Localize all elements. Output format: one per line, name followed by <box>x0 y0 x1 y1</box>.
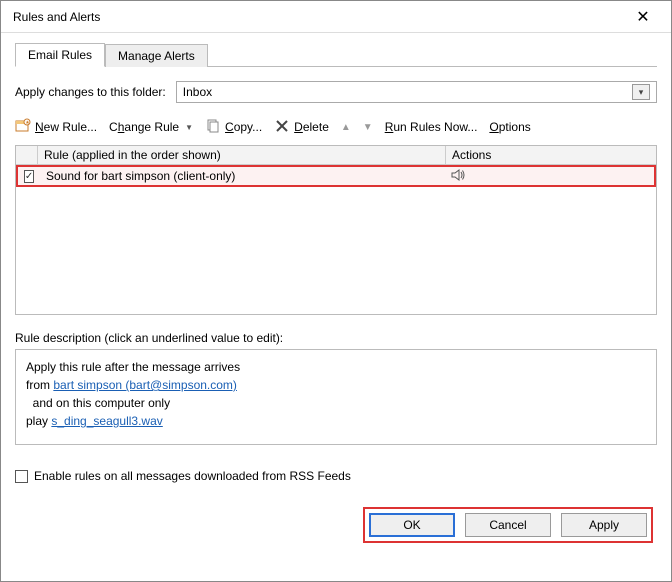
desc-line-2: from bart simpson (bart@simpson.com) <box>26 376 646 394</box>
rules-list-header: Rule (applied in the order shown) Action… <box>16 146 656 165</box>
rss-label: Enable rules on all messages downloaded … <box>34 469 351 483</box>
titlebar: Rules and Alerts ✕ <box>1 1 671 33</box>
close-button[interactable]: ✕ <box>623 7 663 27</box>
folder-select[interactable]: Inbox ▾ <box>176 81 657 103</box>
dialog-footer: OK Cancel Apply <box>15 501 657 547</box>
chevron-down-icon[interactable]: ▾ <box>632 84 650 100</box>
desc-line-3: and on this computer only <box>26 394 646 412</box>
svg-text:★: ★ <box>25 120 30 126</box>
speaker-icon <box>450 167 466 186</box>
rss-enable-row[interactable]: Enable rules on all messages downloaded … <box>15 469 657 483</box>
description-label: Rule description (click an underlined va… <box>15 331 657 345</box>
table-row[interactable]: ✓ Sound for bart simpson (client-only) <box>16 165 656 187</box>
rss-checkbox[interactable] <box>15 470 28 483</box>
desc-line-1: Apply this rule after the message arrive… <box>26 358 646 376</box>
header-check <box>16 146 38 164</box>
tab-email-rules[interactable]: Email Rules <box>15 43 105 67</box>
new-rule-icon: ★ <box>15 118 31 137</box>
delete-button[interactable]: Delete <box>274 118 329 137</box>
tab-manage-alerts[interactable]: Manage Alerts <box>105 44 208 67</box>
rules-list-body[interactable]: ✓ Sound for bart simpson (client-only) <box>16 165 656 314</box>
new-rule-button[interactable]: ★ New Rule... <box>15 118 97 137</box>
rules-and-alerts-dialog: Rules and Alerts ✕ Email Rules Manage Al… <box>0 0 672 582</box>
description-box: Apply this rule after the message arrive… <box>15 349 657 445</box>
rule-name: Sound for bart simpson (client-only) <box>40 169 444 183</box>
run-rules-now-button[interactable]: Run Rules Now... <box>385 120 478 134</box>
footer-highlight: OK Cancel Apply <box>363 507 653 543</box>
change-rule-button[interactable]: Change Rule▼ <box>109 120 193 134</box>
tab-strip: Email Rules Manage Alerts <box>15 43 657 67</box>
ok-button[interactable]: OK <box>369 513 455 537</box>
desc-line-4: play s_ding_seagull3.wav <box>26 412 646 430</box>
move-down-button[interactable]: ▼ <box>363 122 373 133</box>
folder-label: Apply changes to this folder: <box>15 85 166 99</box>
folder-selected-value: Inbox <box>183 85 212 99</box>
desc-sound-link[interactable]: s_ding_seagull3.wav <box>51 414 162 428</box>
header-rule[interactable]: Rule (applied in the order shown) <box>38 146 446 164</box>
window-title: Rules and Alerts <box>13 10 623 24</box>
delete-icon <box>274 118 290 137</box>
rules-list: Rule (applied in the order shown) Action… <box>15 145 657 315</box>
move-up-button[interactable]: ▲ <box>341 122 351 133</box>
options-button[interactable]: Options <box>489 120 530 134</box>
header-actions[interactable]: Actions <box>446 146 656 164</box>
apply-button[interactable]: Apply <box>561 513 647 537</box>
copy-icon <box>205 118 221 137</box>
rule-enabled-checkbox[interactable]: ✓ <box>24 170 34 183</box>
copy-button[interactable]: Copy... <box>205 118 262 137</box>
cancel-button[interactable]: Cancel <box>465 513 551 537</box>
desc-sender-link[interactable]: bart simpson (bart@simpson.com) <box>53 378 237 392</box>
toolbar: ★ New Rule... Change Rule▼ Copy... Delet… <box>15 115 657 139</box>
